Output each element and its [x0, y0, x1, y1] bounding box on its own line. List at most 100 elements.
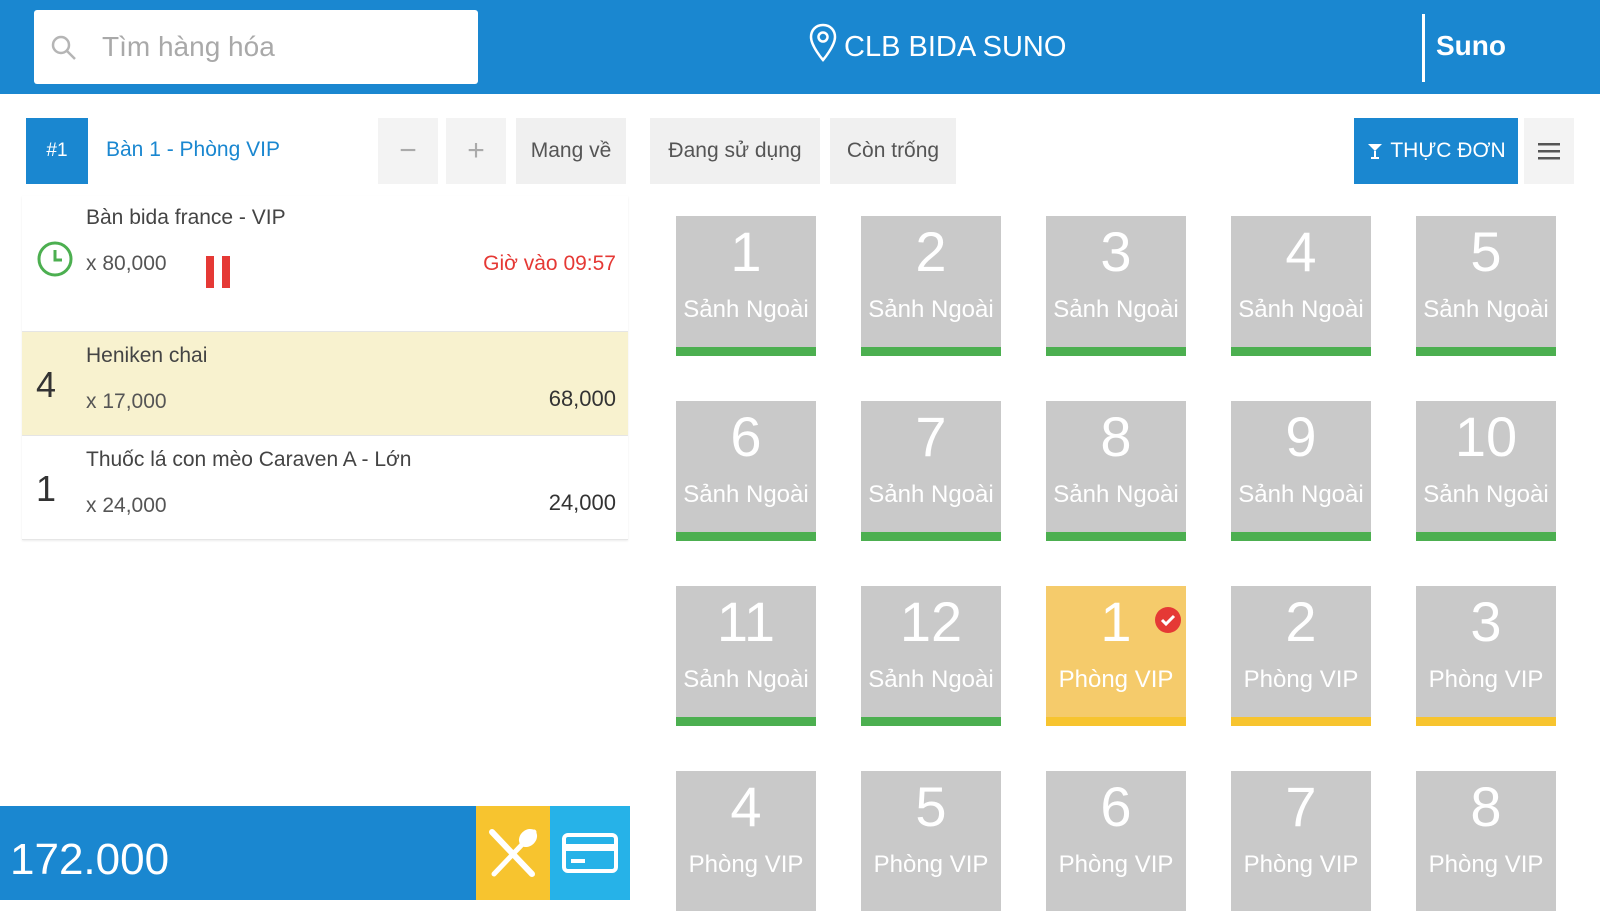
top-bar: CLB BIDA SUNO Suno	[0, 0, 1600, 94]
table-status-bar	[676, 717, 816, 726]
table-zone: Phòng VIP	[1058, 851, 1174, 878]
payment-button[interactable]	[550, 806, 630, 900]
order-tab-badge[interactable]: #1	[26, 118, 88, 184]
item-price: x 17,000	[86, 390, 167, 413]
table-zone: Sảnh Ngoài	[868, 481, 994, 508]
search-box[interactable]	[34, 10, 478, 84]
table-number: 10	[1454, 405, 1518, 468]
table-card[interactable]: 4 Sảnh Ngoài	[1231, 216, 1371, 356]
table-card[interactable]: 3 Sảnh Ngoài	[1046, 216, 1186, 356]
table-card[interactable]: 2 Sảnh Ngoài	[861, 216, 1001, 356]
order-title[interactable]: Bàn 1 - Phòng VIP	[106, 138, 280, 162]
item-price: x 24,000	[86, 494, 167, 517]
table-status-bar	[1416, 717, 1556, 726]
item-total: 24,000	[548, 490, 616, 515]
table-status-bar	[861, 347, 1001, 356]
hamburger-menu-button[interactable]	[1524, 118, 1574, 184]
search-input[interactable]	[102, 26, 462, 68]
table-number: 6	[1100, 775, 1132, 838]
table-number: 9	[1285, 405, 1317, 468]
item-name: Thuốc lá con mèo Caraven A - Lớn	[86, 448, 412, 471]
table-number: 5	[1470, 220, 1502, 283]
item-name: Bàn bida france - VIP	[86, 206, 286, 229]
table-card[interactable]: 5 Phòng VIP	[861, 771, 1001, 911]
table-status-bar	[676, 532, 816, 541]
table-status-bar	[861, 717, 1001, 726]
send-to-kitchen-button[interactable]	[476, 806, 550, 900]
table-zone: Sảnh Ngoài	[1238, 481, 1364, 508]
table-number: 4	[730, 775, 762, 838]
table-zone: Sảnh Ngoài	[1423, 296, 1549, 323]
table-number: 4	[1285, 220, 1317, 283]
table-zone: Phòng VIP	[1428, 666, 1544, 693]
timed-order-item[interactable]: Bàn bida france - VIP x 80,000 Giờ vào 0…	[22, 196, 628, 332]
table-card[interactable]: 2 Phòng VIP	[1231, 586, 1371, 726]
table-status-bar	[1231, 717, 1371, 726]
table-card[interactable]: 7 Phòng VIP	[1231, 771, 1371, 911]
clock-icon	[37, 241, 73, 277]
table-card[interactable]: 6 Phòng VIP	[1046, 771, 1186, 911]
time-in-label: Giờ vào 09:57	[483, 252, 616, 275]
item-quantity: 1	[36, 468, 57, 509]
item-total: 68,000	[548, 386, 616, 411]
takeaway-button[interactable]: Mang về	[516, 118, 626, 184]
menu-button[interactable]: THỰC ĐƠN	[1354, 118, 1518, 184]
filter-empty-button[interactable]: Còn trống	[830, 118, 956, 184]
table-card[interactable]: 10 Sảnh Ngoài	[1416, 401, 1556, 541]
table-card[interactable]: 8 Sảnh Ngoài	[1046, 401, 1186, 541]
table-number: 2	[1285, 590, 1317, 653]
location-pin-icon	[809, 23, 837, 62]
table-card[interactable]: 7 Sảnh Ngoài	[861, 401, 1001, 541]
table-status-bar	[1046, 532, 1186, 541]
table-card[interactable]: 5 Sảnh Ngoài	[1416, 216, 1556, 356]
plus-button[interactable]: +	[446, 118, 506, 184]
table-number: 3	[1470, 590, 1502, 653]
table-zone: Phòng VIP	[873, 851, 989, 878]
credit-card-icon	[562, 833, 618, 873]
table-card[interactable]: 12 Sảnh Ngoài	[861, 586, 1001, 726]
table-status-bar	[1046, 717, 1186, 726]
table-zone: Sảnh Ngoài	[683, 481, 809, 508]
table-status-bar	[1231, 347, 1371, 356]
store-selector[interactable]: CLB BIDA SUNO	[808, 22, 1066, 72]
table-card[interactable]: 6 Sảnh Ngoài	[676, 401, 816, 541]
table-zone: Phòng VIP	[1243, 666, 1359, 693]
table-zone: Sảnh Ngoài	[868, 666, 994, 693]
table-card[interactable]: 11 Sảnh Ngoài	[676, 586, 816, 726]
table-number: 6	[730, 405, 762, 468]
item-price: x 80,000	[86, 252, 167, 275]
table-zone: Sảnh Ngoài	[868, 296, 994, 323]
table-zone: Sảnh Ngoài	[1423, 481, 1549, 508]
table-zone: Sảnh Ngoài	[1053, 481, 1179, 508]
header-divider	[1422, 14, 1425, 82]
table-zone: Sảnh Ngoài	[683, 666, 809, 693]
store-name: CLB BIDA SUNO	[844, 30, 1067, 63]
table-card[interactable]: 3 Phòng VIP	[1416, 586, 1556, 726]
user-name[interactable]: Suno	[1436, 30, 1506, 62]
table-status-bar	[1046, 347, 1186, 356]
cocktail-icon	[1368, 144, 1383, 159]
table-card[interactable]: 8 Phòng VIP	[1416, 771, 1556, 911]
hamburger-icon	[1538, 143, 1560, 160]
table-number: 2	[915, 220, 947, 283]
order-item[interactable]: 4 Heniken chai x 17,000 68,000	[22, 332, 628, 436]
pause-icon[interactable]	[206, 256, 230, 288]
search-icon	[51, 35, 76, 60]
table-card[interactable]: 1 Sảnh Ngoài	[676, 216, 816, 356]
grand-total: 172.000	[0, 806, 476, 900]
table-number: 5	[915, 775, 947, 838]
order-item[interactable]: 1 Thuốc lá con mèo Caraven A - Lớn x 24,…	[22, 436, 628, 540]
table-zone: Sảnh Ngoài	[1238, 296, 1364, 323]
table-number: 8	[1470, 775, 1502, 838]
table-status-bar	[861, 532, 1001, 541]
table-number: 8	[1100, 405, 1132, 468]
check-icon	[1155, 607, 1181, 633]
filter-in-use-button[interactable]: Đang sử dụng	[650, 118, 820, 184]
table-card[interactable]: 1 Phòng VIP	[1046, 586, 1186, 726]
menu-button-label: THỰC ĐƠN	[1390, 139, 1506, 162]
table-number: 3	[1100, 220, 1132, 283]
table-card[interactable]: 4 Phòng VIP	[676, 771, 816, 911]
minus-button[interactable]: −	[378, 118, 438, 184]
table-card[interactable]: 9 Sảnh Ngoài	[1231, 401, 1371, 541]
table-zone: Phòng VIP	[1058, 666, 1174, 693]
